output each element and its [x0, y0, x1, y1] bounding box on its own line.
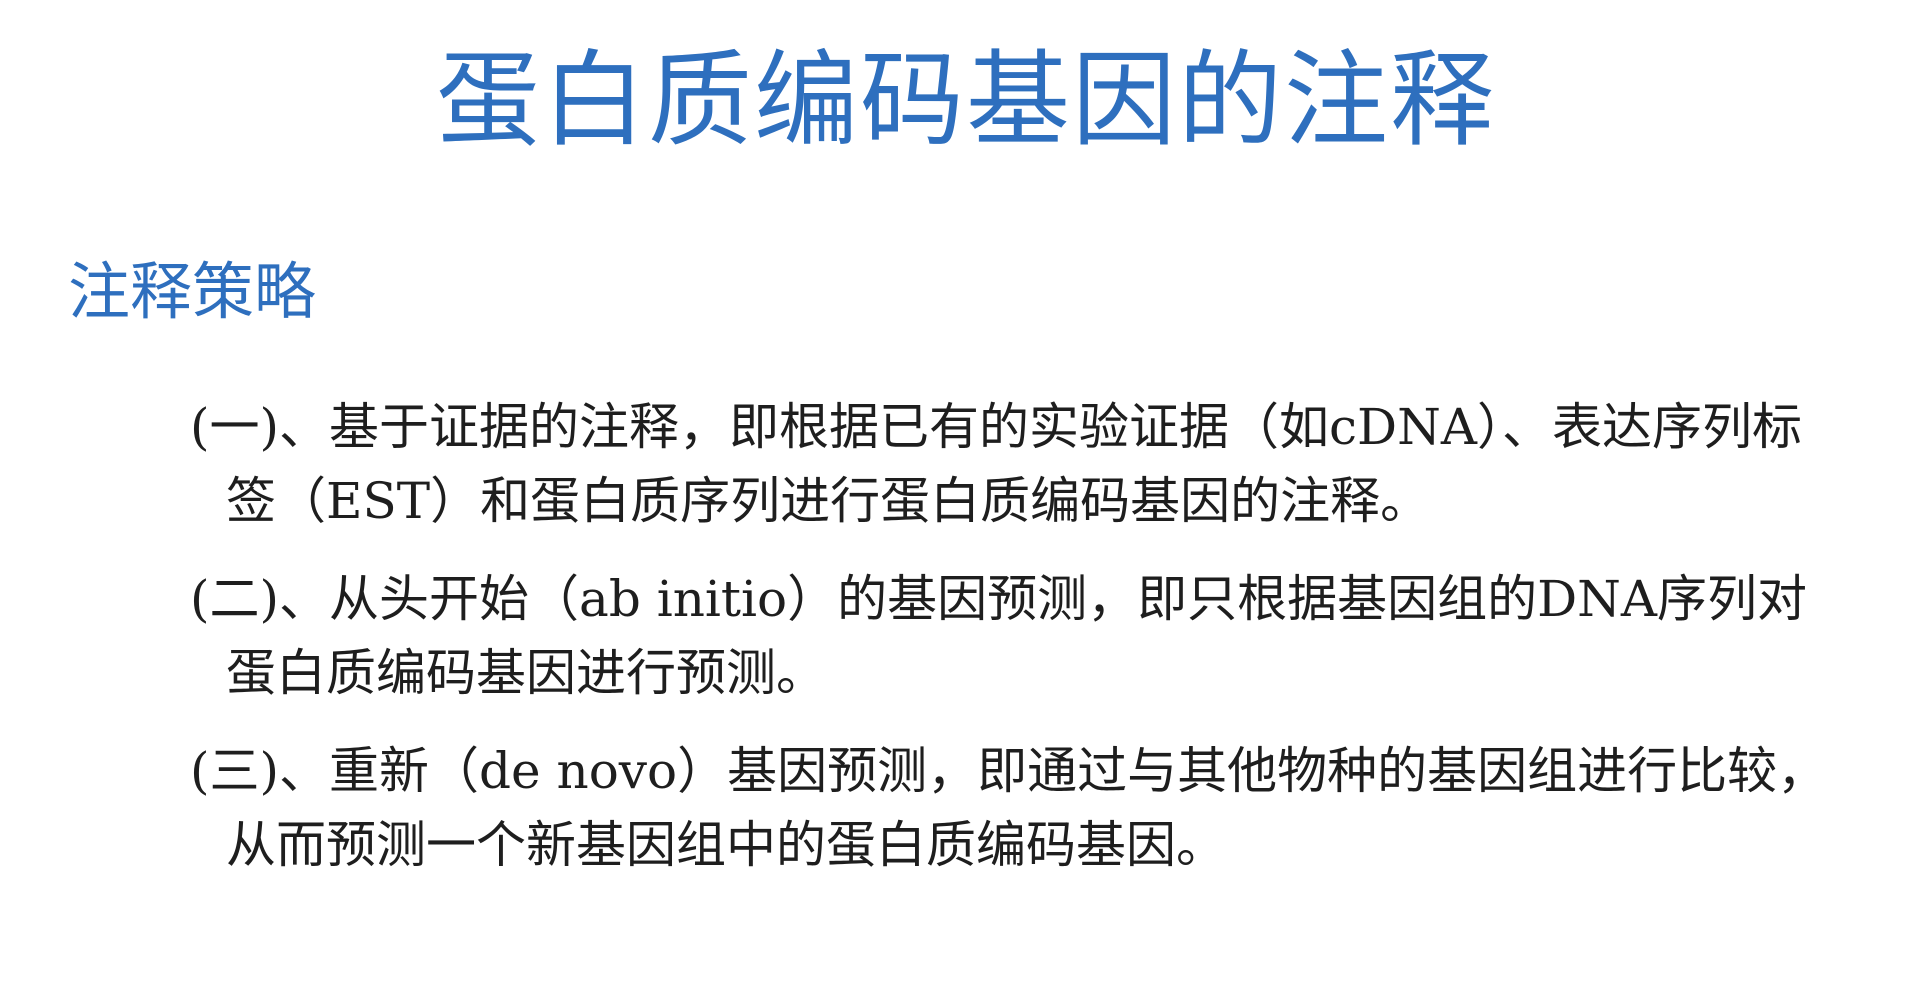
section-subtitle: 注释策略: [68, 255, 317, 328]
strategy-item-ab-initio: (二)、从头开始（ab initio）的基因预测，即只根据基因组的DNA序列对蛋…: [190, 570, 1808, 702]
slide-title: 蛋白质编码基因的注释: [435, 39, 1496, 161]
strategy-list: (一)、基于证据的注释，即根据已有的实验证据（如cDNA）、表达序列标签（EST…: [190, 390, 1830, 906]
strategy-item-de-novo: (三)、重新（de novo）基因预测，即通过与其他物种的基因组进行比较，从而预…: [190, 742, 1828, 874]
slide: 蛋白质编码基因的注释 注释策略 (一)、基于证据的注释，即根据已有的实验证据（如…: [0, 0, 1932, 1008]
strategy-item-evidence: (一)、基于证据的注释，即根据已有的实验证据（如cDNA）、表达序列标签（EST…: [190, 398, 1802, 530]
